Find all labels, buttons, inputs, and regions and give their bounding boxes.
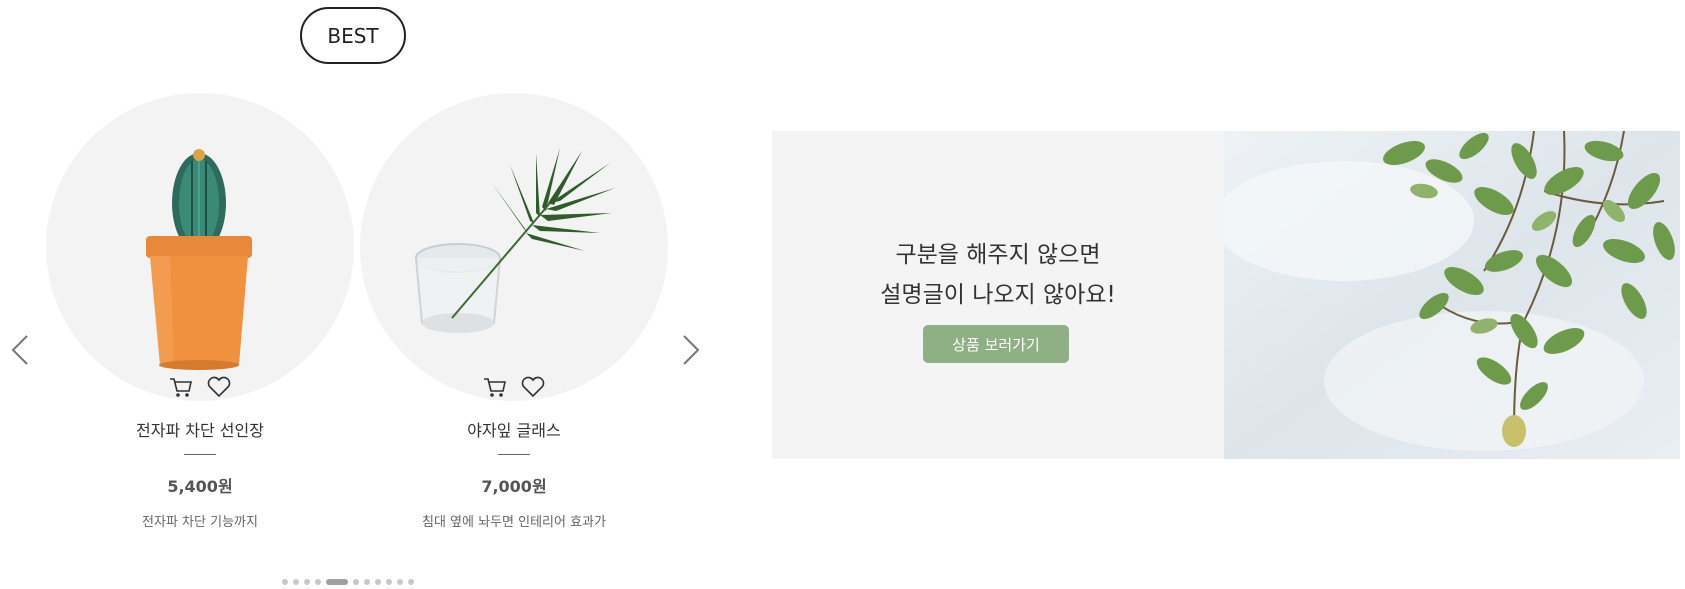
product-image-cactus[interactable] [46, 93, 354, 401]
pagination-dot[interactable] [282, 579, 288, 585]
view-product-button[interactable]: 상품 보러가기 [923, 325, 1069, 363]
product-description: 침대 옆에 놔두면 인테리어 효과가 [422, 515, 606, 530]
pagination-dot[interactable] [326, 579, 348, 585]
product-price: 5,400원 [167, 477, 233, 496]
pagination-dot[interactable] [386, 579, 392, 585]
product-image-palm-glass[interactable] [360, 93, 668, 401]
chevron-right-icon [683, 335, 700, 365]
promo-image-leaves [1224, 131, 1680, 459]
product-card[interactable]: 전자파 차단 선인장 5,400원 전자파 차단 기능까지 [46, 93, 354, 543]
pagination-dot[interactable] [304, 579, 310, 585]
name-divider [498, 454, 530, 455]
pagination-dot[interactable] [364, 579, 370, 585]
product-name[interactable]: 야자잎 글래스 [360, 417, 668, 441]
product-card[interactable]: 야자잎 글래스 7,000원 침대 옆에 놔두면 인테리어 효과가 [360, 93, 668, 543]
promo-headline: 구분을 해주지 않으면 [895, 242, 1101, 268]
chevron-left-icon [11, 335, 28, 365]
pagination-dot[interactable] [353, 579, 359, 585]
pagination-dot[interactable] [293, 579, 299, 585]
promo-text-panel: 구분을 해주지 않으면 설명글이 나오지 않아요! 상품 보러가기 [772, 131, 1224, 459]
pagination-dot[interactable] [375, 579, 381, 585]
name-divider [184, 454, 216, 455]
pagination-dot[interactable] [315, 579, 321, 585]
heart-icon[interactable] [518, 373, 548, 401]
product-description: 전자파 차단 기능까지 [142, 515, 258, 530]
best-badge-label: BEST [327, 23, 379, 48]
carousel-pagination [282, 579, 414, 585]
product-actions [360, 373, 668, 401]
product-actions [46, 373, 354, 401]
cart-icon[interactable] [166, 373, 196, 401]
cart-icon[interactable] [480, 373, 510, 401]
best-badge: BEST [300, 7, 406, 64]
promo-subheadline: 설명글이 나오지 않아요! [880, 282, 1116, 308]
carousel-prev-button[interactable] [6, 333, 34, 367]
pagination-dot[interactable] [408, 579, 414, 585]
product-name[interactable]: 전자파 차단 선인장 [46, 417, 354, 441]
pagination-dot[interactable] [397, 579, 403, 585]
heart-icon[interactable] [204, 373, 234, 401]
product-price: 7,000원 [481, 477, 547, 496]
carousel-next-button[interactable] [677, 333, 705, 367]
promo-banner: 구분을 해주지 않으면 설명글이 나오지 않아요! 상품 보러가기 [772, 131, 1680, 459]
